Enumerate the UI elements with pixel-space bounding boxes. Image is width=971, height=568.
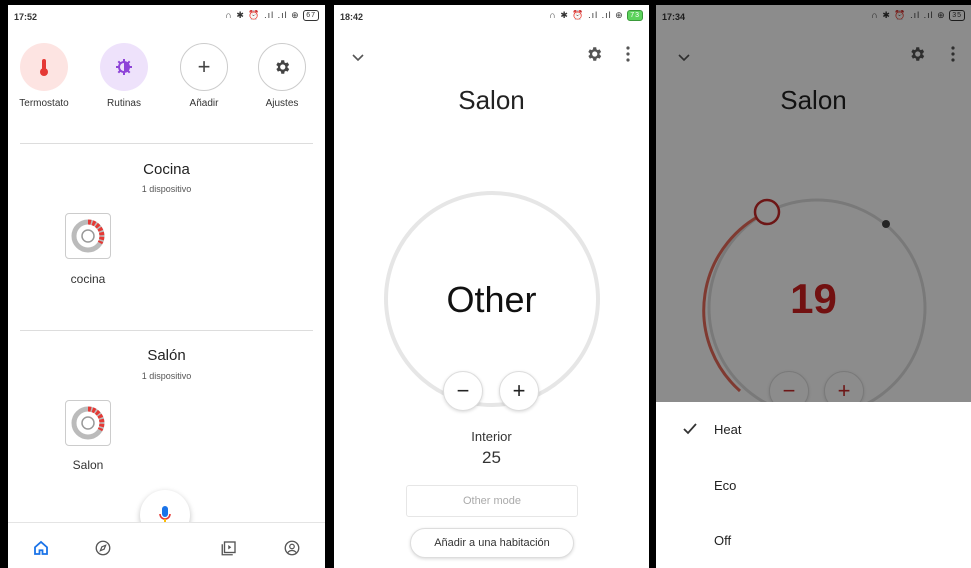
status-icons-text: ∩ ✱ ⏰ .ıl .ıl ⊕ bbox=[549, 10, 624, 20]
increase-button[interactable]: + bbox=[499, 371, 539, 411]
quick-action-label: Añadir bbox=[189, 98, 219, 109]
battery-icon: 67 bbox=[303, 10, 319, 22]
divider bbox=[20, 143, 313, 144]
thermostat-detail-screen: 18:42 ∩ ✱ ⏰ .ıl .ıl ⊕ 73 Salon Other − +… bbox=[334, 5, 649, 568]
mode-bottom-sheet: Heat Eco Off bbox=[656, 402, 971, 568]
media-icon[interactable] bbox=[218, 537, 240, 559]
mode-option-eco[interactable]: Eco bbox=[656, 461, 971, 511]
quick-action-label: Ajustes bbox=[265, 98, 299, 109]
mode-picker-screen: 17:34 ∩ ✱ ⏰ .ıl .ıl ⊕ 35 Salon 19 − + He… bbox=[656, 5, 971, 568]
mode-option-label: Eco bbox=[714, 478, 737, 493]
gear-icon bbox=[258, 43, 306, 91]
plus-icon: + bbox=[180, 43, 228, 91]
interior-temperature: 25 bbox=[482, 448, 501, 467]
quick-action-thermostat[interactable]: Termostato bbox=[12, 43, 76, 109]
account-icon[interactable] bbox=[281, 537, 303, 559]
decrease-button[interactable]: − bbox=[443, 371, 483, 411]
interior-label: Interior bbox=[471, 429, 512, 444]
divider bbox=[20, 330, 313, 331]
page-title: Salon bbox=[458, 85, 525, 115]
quick-action-label: Rutinas bbox=[107, 98, 141, 109]
home-icon[interactable] bbox=[30, 537, 52, 559]
scrim[interactable] bbox=[656, 5, 971, 402]
status-time: 17:52 bbox=[14, 12, 38, 22]
room-title-salon: Salón bbox=[147, 347, 186, 364]
explore-icon[interactable] bbox=[92, 537, 114, 559]
home-screen: 17:52 ∩ ✱ ⏰ .ıl .ıl ⊕ 67 Termostato Ruti… bbox=[8, 5, 325, 568]
mode-option-heat[interactable]: Heat bbox=[656, 405, 971, 455]
quick-action-label: Termostato bbox=[19, 98, 69, 109]
mode-option-label: Heat bbox=[714, 422, 742, 437]
thermostat-device-icon bbox=[71, 219, 105, 253]
mode-selector[interactable]: Other mode bbox=[406, 485, 578, 517]
quick-action-settings[interactable]: Ajustes bbox=[250, 43, 314, 109]
routines-icon bbox=[100, 43, 148, 91]
room-title-cocina: Cocina bbox=[143, 161, 190, 178]
device-tile-cocina[interactable] bbox=[65, 213, 111, 259]
device-name: cocina bbox=[70, 272, 106, 286]
status-bar: 17:52 ∩ ✱ ⏰ .ıl .ıl ⊕ 67 bbox=[8, 5, 325, 27]
add-to-room-button[interactable]: Añadir a una habitación bbox=[410, 528, 574, 558]
room-subtitle: 1 dispositivo bbox=[141, 371, 192, 381]
gear-icon[interactable] bbox=[585, 45, 603, 68]
status-icons-text: ∩ ✱ ⏰ .ıl .ıl ⊕ bbox=[225, 10, 300, 20]
device-name: Salon bbox=[72, 458, 104, 472]
check-icon bbox=[683, 423, 697, 435]
battery-icon: 73 bbox=[627, 10, 643, 22]
thermostat-device-icon bbox=[71, 406, 105, 440]
mode-option-label: Off bbox=[714, 533, 732, 548]
mode-option-off[interactable]: Off bbox=[656, 516, 971, 566]
bottom-navigation bbox=[8, 522, 325, 568]
status-time: 18:42 bbox=[340, 12, 364, 22]
status-icons: ∩ ✱ ⏰ .ıl .ıl ⊕ 73 bbox=[549, 10, 643, 22]
dial-mode-text: Other bbox=[446, 279, 537, 320]
chevron-down-icon[interactable] bbox=[352, 49, 364, 67]
quick-action-add[interactable]: + Añadir bbox=[172, 43, 236, 109]
device-tile-salon[interactable] bbox=[65, 400, 111, 446]
status-icons: ∩ ✱ ⏰ .ıl .ıl ⊕ 67 bbox=[225, 10, 319, 22]
quick-action-routines[interactable]: Rutinas bbox=[92, 43, 156, 109]
room-subtitle: 1 dispositivo bbox=[141, 184, 192, 194]
thermometer-icon bbox=[20, 43, 68, 91]
status-bar: 18:42 ∩ ✱ ⏰ .ıl .ıl ⊕ 73 bbox=[334, 5, 649, 27]
more-vert-icon[interactable] bbox=[626, 46, 630, 67]
